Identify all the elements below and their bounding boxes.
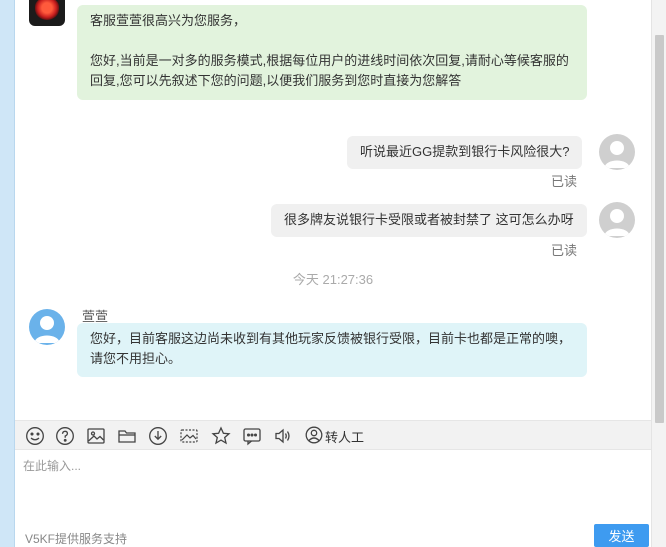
agent-reply-message: 您好，目前客服这边尚未收到有其他玩家反馈被银行受限，目前卡也都是正常的噢， 请您… <box>77 323 587 377</box>
message-input[interactable] <box>15 450 651 520</box>
download-icon[interactable] <box>147 425 169 447</box>
transfer-to-human-button[interactable]: 转人工 <box>305 425 364 447</box>
agent-avatar <box>29 0 65 26</box>
read-status: 已读 <box>551 243 578 258</box>
welcome-line-1: 客服萱萱很高兴为您服务， <box>90 13 247 28</box>
user-message-text: 听说最近GG提款到银行卡风险很大? <box>360 144 570 159</box>
folder-icon[interactable] <box>116 425 138 447</box>
agent-welcome-message: 客服萱萱很高兴为您服务， 您好,当前是一对多的服务模式,根据每位用户的进线时间依… <box>77 5 587 100</box>
image-icon[interactable] <box>85 425 107 447</box>
transfer-label: 转人工 <box>325 429 365 445</box>
smile-icon[interactable] <box>24 425 46 447</box>
powered-by-text: V5KF提供服务支持 <box>25 532 128 546</box>
user-message: 听说最近GG提款到银行卡风险很大? <box>347 136 583 169</box>
voice-icon[interactable] <box>272 425 294 447</box>
user-avatar <box>599 134 635 170</box>
scrollbar-thumb[interactable] <box>655 35 664 423</box>
user-message-text: 很多牌友说银行卡受限或者被封禁了 这可怎么办呀 <box>284 212 574 227</box>
message-timestamp: 今天 21:27:36 <box>292 272 374 287</box>
left-frame-strip <box>0 0 15 547</box>
welcome-line-3: 回复,您可以先叙述下您的问题,以便我们服务到您时直接为您解答 <box>90 73 462 88</box>
screenshot-icon[interactable] <box>178 425 200 447</box>
chat-toolbar: 转人工 <box>15 420 651 450</box>
message-icon[interactable] <box>241 425 263 447</box>
agent-logo-icon <box>35 0 59 20</box>
user-avatar <box>599 202 635 238</box>
help-icon[interactable] <box>54 425 76 447</box>
agent-silhouette-icon <box>34 316 60 343</box>
chat-message-area[interactable]: 客服萱萱很高兴为您服务， 您好,当前是一对多的服务模式,根据每位用户的进线时间依… <box>15 0 651 420</box>
read-status: 已读 <box>551 174 578 189</box>
user-message: 很多牌友说银行卡受限或者被封禁了 这可怎么办呀 <box>271 204 587 237</box>
agent-avatar <box>29 309 65 345</box>
send-button[interactable]: 发送 <box>594 524 649 547</box>
star-icon[interactable] <box>210 425 232 447</box>
user-silhouette-icon <box>604 141 630 168</box>
user-icon <box>305 426 323 447</box>
user-silhouette-icon <box>604 209 630 236</box>
welcome-line-2: 您好,当前是一对多的服务模式,根据每位用户的进线时间依次回复,请耐心等候客服的 <box>90 53 569 68</box>
reply-line-1: 您好，目前客服这边尚未收到有其他玩家反馈被银行受限，目前卡也都是正常的噢， <box>90 331 572 346</box>
reply-line-2: 请您不用担心。 <box>90 351 182 366</box>
chat-scrollbar[interactable] <box>651 0 666 547</box>
